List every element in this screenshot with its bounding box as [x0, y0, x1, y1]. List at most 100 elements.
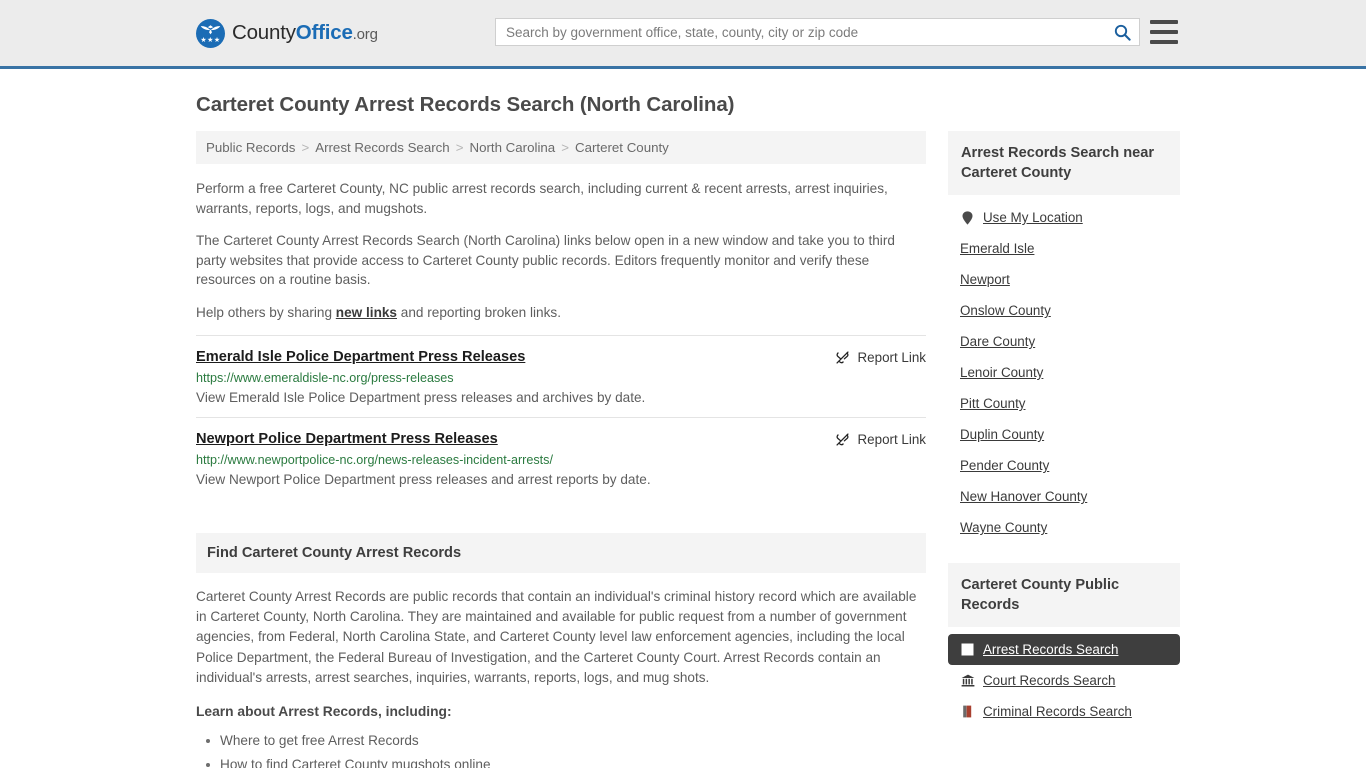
list-item: Pitt County: [948, 388, 1180, 419]
find-section-body: Carteret County Arrest Records are publi…: [196, 573, 926, 768]
sidebar-item-emerald-isle[interactable]: Emerald Isle: [948, 233, 1180, 264]
find-section-heading: Find Carteret County Arrest Records: [196, 533, 926, 573]
report-link-button[interactable]: Report Link: [835, 349, 926, 365]
report-link-button[interactable]: Report Link: [835, 431, 926, 447]
sidebar-item-label: Use My Location: [983, 210, 1083, 225]
share-text-post: and reporting broken links.: [397, 304, 561, 320]
book-icon: [960, 704, 975, 719]
sidebar-item-label: Wayne County: [960, 520, 1048, 535]
sidebar-item-label: Court Records Search: [983, 673, 1116, 688]
menu-bar-3: [1150, 40, 1178, 44]
site-header: ★★★ CountyOffice.org: [0, 0, 1366, 69]
brand-wordmark: CountyOffice.org: [232, 21, 378, 45]
courthouse-icon: [960, 673, 975, 688]
nearby-list: Use My Location Emerald Isle Newport Ons…: [948, 195, 1180, 543]
share-text-pre: Help others by sharing: [196, 304, 336, 320]
sidebar-item-label: Newport: [960, 272, 1010, 287]
breadcrumb: Public Records > Arrest Records Search > Nor…: [196, 131, 926, 164]
sidebar-item-court-records-search[interactable]: Court Records Search: [948, 665, 1180, 696]
list-item: How to find Carteret County mugshots onl…: [206, 753, 926, 768]
page-container: Carteret County Arrest Records Search (N…: [0, 93, 1366, 768]
menu-bar-1: [1150, 20, 1178, 24]
list-item: Dare County: [948, 326, 1180, 357]
sidebar-item-lenoir-county[interactable]: Lenoir County: [948, 357, 1180, 388]
sidebar-item-use-my-location[interactable]: Use My Location: [948, 202, 1180, 233]
list-item: Court Records Search: [948, 665, 1180, 696]
sidebar-item-pitt-county[interactable]: Pitt County: [948, 388, 1180, 419]
result-title-link[interactable]: Emerald Isle Police Department Press Rel…: [196, 349, 525, 365]
list-item: Emerald Isle: [948, 233, 1180, 264]
broken-link-icon: [835, 433, 849, 446]
sidebar-item-newport[interactable]: Newport: [948, 264, 1180, 295]
result-item: Emerald Isle Police Department Press Rel…: [196, 335, 926, 417]
list-item: Use My Location: [948, 202, 1180, 233]
sidebar-item-pender-county[interactable]: Pender County: [948, 450, 1180, 481]
result-url: http://www.newportpolice-nc.org/news-rel…: [196, 453, 553, 467]
report-link-label: Report Link: [857, 350, 926, 365]
content-columns: Public Records > Arrest Records Search > Nor…: [196, 131, 1180, 768]
list-item: Pender County: [948, 450, 1180, 481]
sidebar-item-duplin-county[interactable]: Duplin County: [948, 419, 1180, 450]
menu-bar-2: [1150, 30, 1178, 34]
sidebar-item-label: Arrest Records Search: [983, 642, 1119, 657]
eagle-icon: [200, 24, 221, 34]
sidebar-item-arrest-records-search[interactable]: Arrest Records Search: [948, 634, 1180, 665]
result-item: Newport Police Department Press Releases…: [196, 417, 926, 499]
sidebar-item-label: Lenoir County: [960, 365, 1044, 380]
result-header: Emerald Isle Police Department Press Rel…: [196, 349, 926, 365]
brand-part-office: Office: [295, 21, 353, 44]
breadcrumb-separator-1: >: [455, 140, 464, 155]
sidebar-item-onslow-county[interactable]: Onslow County: [948, 295, 1180, 326]
list-item: Duplin County: [948, 419, 1180, 450]
sidebar-item-label: Pender County: [960, 458, 1050, 473]
learn-about-list: Where to get free Arrest Records How to …: [196, 729, 926, 768]
breadcrumb-item-1[interactable]: Arrest Records Search: [315, 140, 450, 155]
breadcrumb-item-2[interactable]: North Carolina: [469, 140, 555, 155]
search-bar: [495, 18, 1140, 46]
brand-part-org: .org: [352, 26, 378, 43]
sidebar-item-dare-county[interactable]: Dare County: [948, 326, 1180, 357]
list-item: Onslow County: [948, 295, 1180, 326]
map-pin-icon: [960, 210, 975, 225]
sidebar-item-label: New Hanover County: [960, 489, 1088, 504]
sidebar-item-wayne-county[interactable]: Wayne County: [948, 512, 1180, 543]
breadcrumb-item-0[interactable]: Public Records: [206, 140, 295, 155]
intro-paragraph-1: Perform a free Carteret County, NC publi…: [196, 181, 888, 216]
hamburger-menu-icon[interactable]: [1150, 20, 1178, 44]
result-title-link[interactable]: Newport Police Department Press Releases: [196, 431, 498, 447]
search-button[interactable]: [1105, 19, 1139, 45]
sidebar-item-label: Duplin County: [960, 427, 1045, 442]
brand-part-county: County: [232, 21, 296, 44]
page-title: Carteret County Arrest Records Search (N…: [196, 93, 735, 116]
public-records-list: Arrest Records Search Court Records Sear…: [948, 627, 1180, 727]
sidebar-item-label: Emerald Isle: [960, 241, 1035, 256]
sidebar: Arrest Records Search near Carteret Coun…: [948, 131, 1180, 747]
list-item: Newport: [948, 264, 1180, 295]
list-item: Arrest Records Search: [948, 634, 1180, 665]
list-item: Where to get free Arrest Records: [206, 729, 926, 753]
panel-public-records: Carteret County Public Records Arrest Re…: [948, 563, 1180, 727]
result-description: View Newport Police Department press rel…: [196, 472, 651, 487]
list-item: Wayne County: [948, 512, 1180, 543]
search-icon: [1114, 24, 1131, 41]
breadcrumb-separator-0: >: [301, 140, 310, 155]
broken-link-icon: [835, 351, 849, 364]
site-logo[interactable]: ★★★ CountyOffice.org: [196, 18, 378, 48]
result-description: View Emerald Isle Police Department pres…: [196, 390, 646, 405]
sidebar-item-criminal-records-search[interactable]: Criminal Records Search: [948, 696, 1180, 727]
search-input[interactable]: [496, 19, 1105, 45]
breadcrumb-separator-2: >: [561, 140, 569, 155]
main-column: Public Records > Arrest Records Search > Nor…: [196, 131, 926, 768]
new-links-link[interactable]: new links: [336, 305, 397, 320]
document-icon: [960, 642, 975, 657]
panel-heading: Carteret County Public Records: [948, 563, 1180, 627]
intro-paragraph-2: The Carteret County Arrest Records Searc…: [196, 233, 895, 287]
report-link-label: Report Link: [857, 432, 926, 447]
sidebar-item-new-hanover-county[interactable]: New Hanover County: [948, 481, 1180, 512]
panel-nearby-searches: Arrest Records Search near Carteret Coun…: [948, 131, 1180, 543]
panel-heading: Arrest Records Search near Carteret Coun…: [948, 131, 1180, 195]
find-section-paragraph: Carteret County Arrest Records are publi…: [196, 589, 917, 685]
result-url: https://www.emeraldisle-nc.org/press-rel…: [196, 371, 454, 385]
sidebar-item-label: Criminal Records Search: [983, 704, 1132, 719]
breadcrumb-item-3[interactable]: Carteret County: [575, 140, 669, 155]
